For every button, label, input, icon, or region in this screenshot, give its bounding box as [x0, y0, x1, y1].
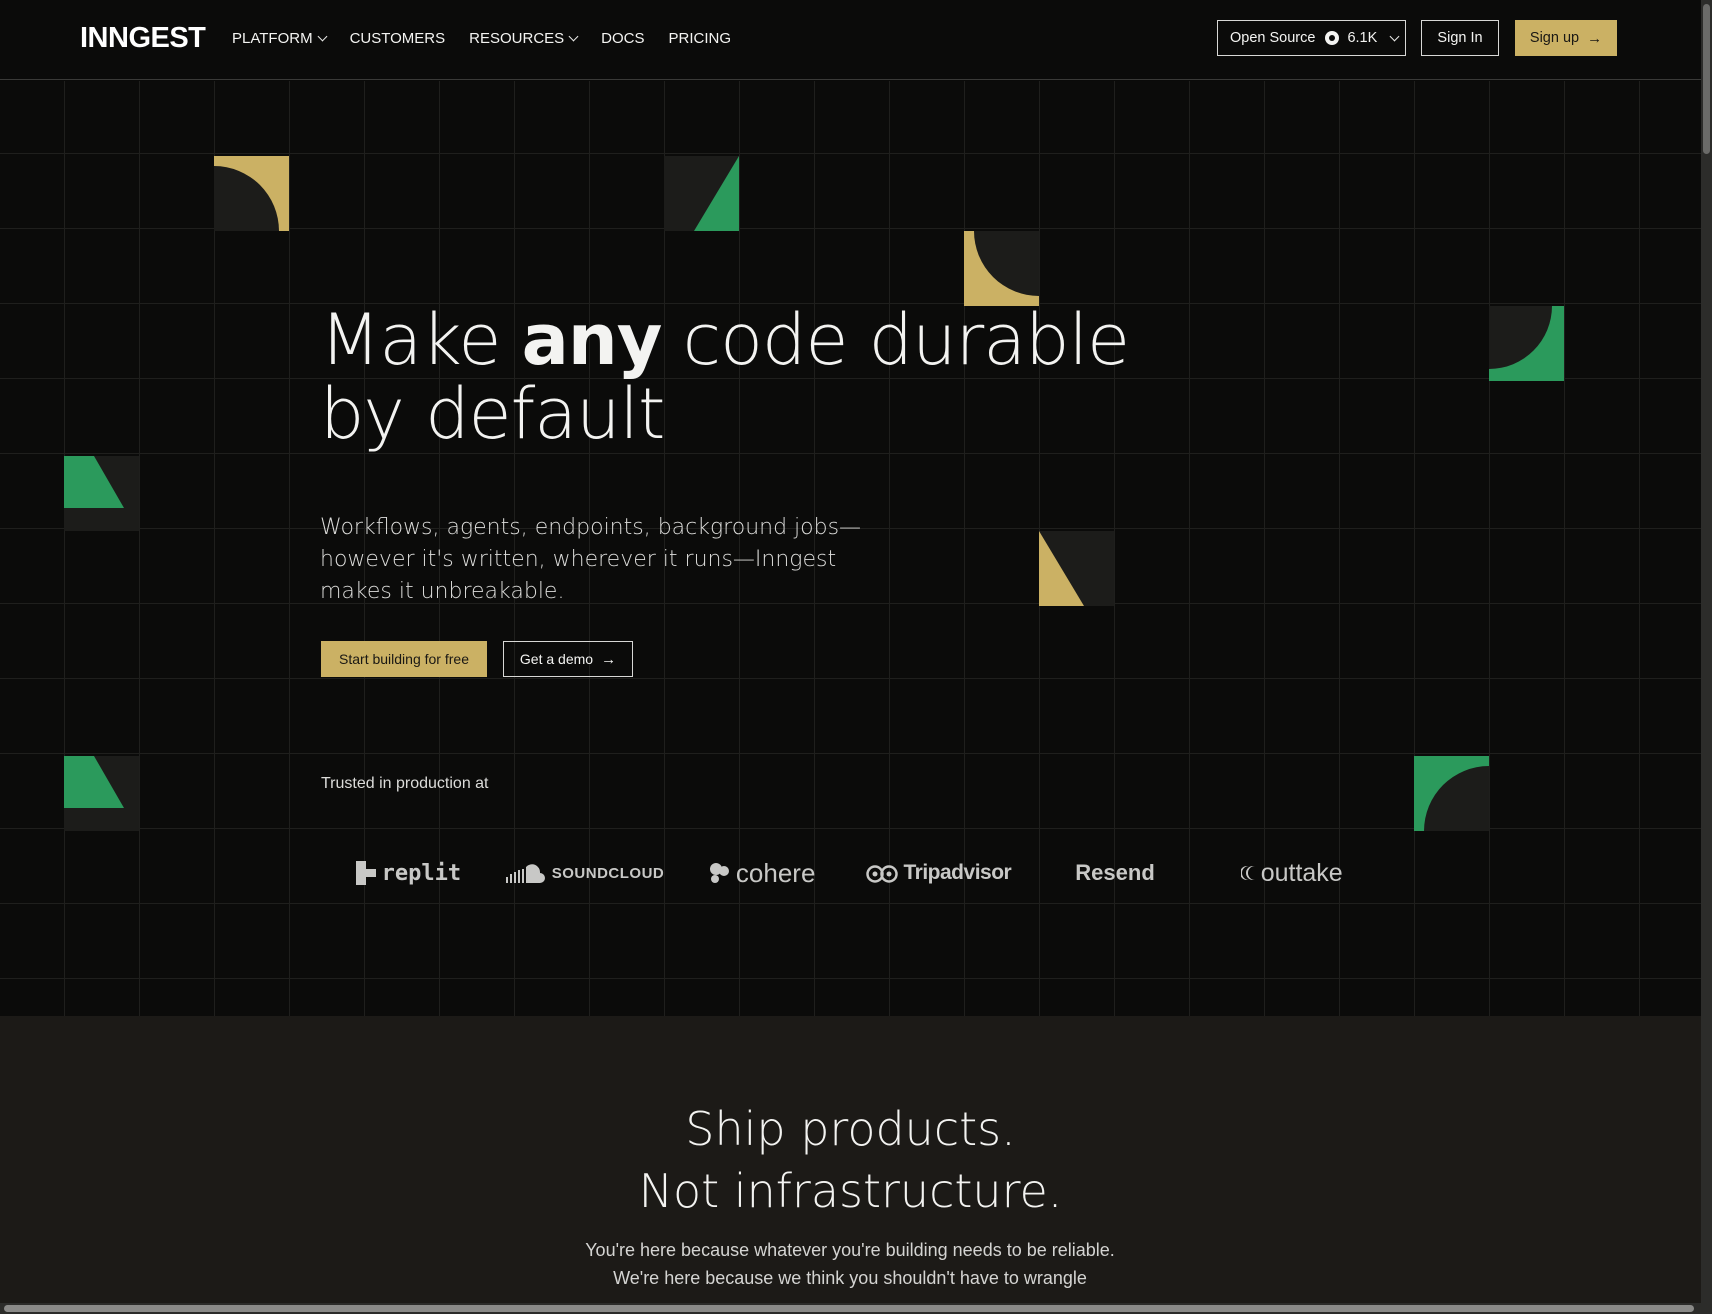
customer-logos: replit SOUNDCLOUD cohere Tripadvisor Res… — [320, 853, 1380, 893]
sign-up-button[interactable]: Sign up → — [1515, 20, 1617, 56]
section-title-line: Not infrastructure. — [638, 1164, 1063, 1218]
nav-link-pricing[interactable]: PRICING — [669, 30, 732, 47]
brand-name: Tripadvisor — [903, 861, 1012, 884]
replit-icon — [355, 861, 376, 885]
decorative-quarter-circle-tile — [214, 156, 289, 231]
get-demo-label: Get a demo — [519, 651, 594, 667]
chevron-down-icon — [317, 31, 328, 42]
nav-links: PLATFORM CUSTOMERS RESOURCES DOCS PRICIN… — [232, 30, 755, 47]
nav-link-label: RESOURCES — [469, 30, 565, 47]
github-icon — [1325, 31, 1340, 45]
chevron-down-icon — [1389, 31, 1400, 41]
open-source-button[interactable]: Open Source 6.1K — [1217, 20, 1406, 56]
nav-link-platform[interactable]: PLATFORM — [232, 30, 328, 47]
decorative-triangle-tile — [1039, 531, 1114, 606]
cohere-logo: cohere — [673, 853, 850, 893]
decorative-triangle-tile — [664, 156, 739, 231]
cohere-icon — [709, 863, 729, 883]
inngest-logo[interactable]: INNGEST — [80, 22, 206, 55]
arrow-right-icon: → — [1587, 29, 1603, 47]
section-body: You're here because whatever you're buil… — [550, 1236, 1150, 1292]
arrow-right-icon: → — [601, 650, 617, 668]
nav-link-docs[interactable]: DOCS — [601, 30, 644, 47]
section-body-line: You're here because whatever you're buil… — [585, 1240, 1115, 1260]
chevron-down-icon — [568, 31, 579, 42]
section-body-line: We're here because we think you shouldn'… — [613, 1268, 1087, 1288]
tripadvisor-icon — [865, 865, 898, 883]
hero-section: Make any code durable by default Workflo… — [0, 81, 1701, 1016]
nav-link-label: PLATFORM — [232, 30, 313, 47]
nav-link-label: PRICING — [668, 30, 732, 47]
decorative-quarter-circle-tile — [964, 231, 1039, 306]
top-navigation: INNGEST PLATFORM CUSTOMERS RESOURCES DOC… — [0, 0, 1701, 80]
soundcloud-logo: SOUNDCLOUD — [497, 853, 674, 893]
github-stars-count: 6.1K — [1347, 30, 1378, 46]
nav-link-customers[interactable]: CUSTOMERS — [350, 30, 446, 47]
brand-name: replit — [381, 860, 462, 886]
get-demo-button[interactable]: Get a demo → — [503, 641, 633, 677]
brand-name: cohere — [735, 857, 816, 888]
sign-in-button[interactable]: Sign In — [1421, 20, 1499, 56]
sign-up-label: Sign up — [1529, 30, 1580, 46]
section-title: Ship products. Not infrastructure. — [0, 1098, 1701, 1222]
replit-logo: replit — [320, 853, 497, 893]
trusted-label: Trusted in production at — [321, 775, 489, 792]
hero-subheading: Workflows, agents, endpoints, background… — [320, 515, 862, 604]
horizontal-scrollbar[interactable] — [0, 1303, 1701, 1314]
open-source-label: Open Source — [1230, 30, 1316, 46]
brand-name: outtake — [1260, 858, 1343, 887]
decorative-quarter-circle-tile — [1414, 756, 1489, 831]
vertical-scrollbar[interactable] — [1701, 0, 1712, 1314]
nav-link-label: DOCS — [601, 30, 645, 47]
brand-name: Resend — [1075, 860, 1155, 885]
headline-text: Make — [320, 299, 522, 381]
nav-link-label: CUSTOMERS — [349, 30, 446, 47]
nav-link-resources[interactable]: RESOURCES — [469, 30, 579, 47]
start-building-button[interactable]: Start building for free — [321, 641, 487, 677]
tripadvisor-logo: Tripadvisor — [850, 853, 1027, 893]
soundcloud-icon — [505, 864, 545, 883]
ship-products-section: Ship products. Not infrastructure. You'r… — [0, 1016, 1701, 1314]
decorative-triangle-tile — [64, 456, 139, 531]
outtake-icon — [1240, 866, 1255, 880]
vertical-scrollbar-thumb[interactable] — [1703, 4, 1710, 154]
headline-emphasis: any — [521, 299, 663, 381]
horizontal-scrollbar-thumb[interactable] — [4, 1305, 1694, 1312]
decorative-triangle-tile — [64, 756, 139, 831]
brand-name: SOUNDCLOUD — [551, 864, 665, 882]
section-title-line: Ship products. — [685, 1102, 1016, 1156]
hero-headline: Make any code durable by default — [320, 303, 1140, 451]
resend-logo: Resend — [1027, 853, 1204, 893]
outtake-logo: outtake — [1203, 853, 1380, 893]
decorative-quarter-circle-tile — [1489, 306, 1564, 381]
